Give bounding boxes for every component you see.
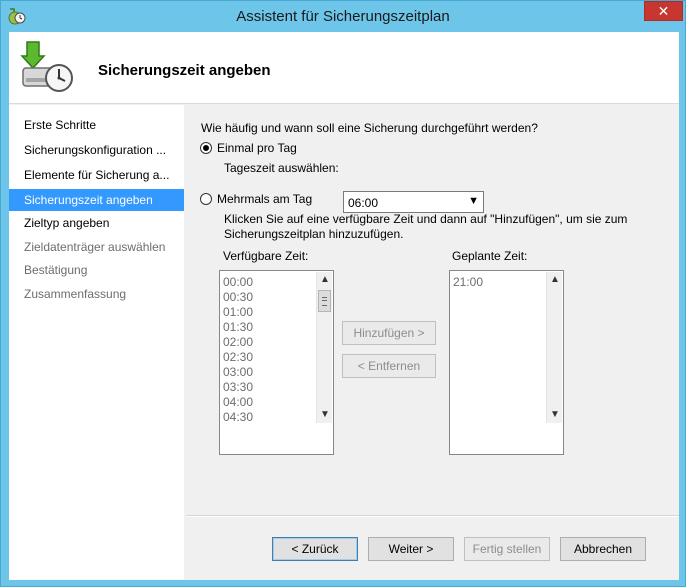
close-icon: ✕ (657, 3, 670, 19)
instructions-line-1: Klicken Sie auf eine verfügbare Zeit und… (224, 212, 628, 226)
window-title: Assistent für Sicherungszeitplan (236, 8, 450, 25)
nav-step-bestaetigung: Bestätigung (24, 263, 88, 277)
nav-step-sicherungszeit[interactable]: Sicherungszeit angeben (9, 189, 184, 211)
scheduled-times-label: Geplante Zeit: (452, 249, 528, 263)
wizard-client: Sicherungszeit angeben Erste Schritte Si… (9, 32, 679, 580)
scroll-down-icon[interactable]: ▼ (547, 407, 563, 423)
scroll-up-icon[interactable]: ▲ (317, 272, 333, 288)
list-item[interactable]: 01:30 (223, 320, 253, 334)
list-item[interactable]: 21:00 (453, 275, 483, 289)
list-item[interactable]: 02:30 (223, 350, 253, 364)
scroll-down-icon[interactable]: ▼ (317, 407, 333, 423)
wizard-header: Sicherungszeit angeben (9, 32, 679, 104)
cancel-button[interactable]: Abbrechen (560, 537, 646, 561)
list-item[interactable]: 03:00 (223, 365, 253, 379)
scroll-up-icon[interactable]: ▲ (547, 272, 563, 288)
page-title: Sicherungszeit angeben (98, 62, 271, 79)
available-times-label: Verfügbare Zeit: (223, 249, 309, 263)
question-label: Wie häufig und wann soll eine Sicherung … (201, 121, 538, 135)
nav-step-elemente[interactable]: Elemente für Sicherung a... (9, 164, 184, 186)
time-of-day-select[interactable]: 06:00 ▼ (343, 191, 484, 213)
list-item[interactable]: 03:30 (223, 380, 253, 394)
wizard-window: Assistent für Sicherungszeitplan ✕ Siche… (0, 0, 686, 587)
nav-step-zieldatentraeger: Zieldatenträger auswählen (24, 240, 166, 254)
option-once-label[interactable]: Einmal pro Tag (217, 141, 297, 155)
add-time-button[interactable]: Hinzufügen > (342, 321, 436, 345)
remove-time-button[interactable]: < Entfernen (342, 354, 436, 378)
radio-once-per-day[interactable] (200, 142, 212, 154)
list-item[interactable]: 01:00 (223, 305, 253, 319)
nav-step-zieltyp[interactable]: Zieltyp angeben (9, 212, 184, 234)
list-item[interactable]: 00:00 (223, 275, 253, 289)
nav-step-zusammenfassung: Zusammenfassung (24, 287, 127, 301)
list-item[interactable]: 04:00 (223, 395, 253, 409)
instructions-line-2: Sicherungszeitplan hinzuzufügen. (224, 227, 404, 241)
scheduled-times-list[interactable]: 21:00 ▲ ▼ (449, 270, 564, 455)
option-multiple-label[interactable]: Mehrmals am Tag (217, 192, 312, 206)
scheduled-list-scrollbar[interactable]: ▲ ▼ (546, 272, 562, 423)
nav-step-erste-schritte[interactable]: Erste Schritte (9, 114, 184, 136)
list-item[interactable]: 02:00 (223, 335, 253, 349)
close-button[interactable]: ✕ (644, 1, 683, 21)
available-list-scrollbar[interactable]: ▲ ▼ (316, 272, 332, 423)
nav-step-sicherungskonfiguration[interactable]: Sicherungskonfiguration ... (9, 139, 184, 161)
time-of-day-value: 06:00 (348, 196, 379, 210)
time-of-day-label: Tageszeit auswählen: (224, 161, 339, 175)
list-item[interactable]: 04:30 (223, 410, 253, 424)
wizard-steps-nav: Erste Schritte Sicherungskonfiguration .… (9, 105, 184, 580)
list-item[interactable]: 00:30 (223, 290, 253, 304)
finish-button[interactable]: Fertig stellen (464, 537, 550, 561)
available-times-list[interactable]: 00:00 00:30 01:00 01:30 02:00 02:30 03:0… (219, 270, 334, 455)
backup-clock-icon (20, 41, 73, 92)
radio-multiple-per-day[interactable] (200, 193, 212, 205)
back-button[interactable]: < Zurück (272, 537, 358, 561)
wizard-content: Wie häufig und wann soll eine Sicherung … (186, 105, 679, 580)
chevron-down-icon: ▼ (468, 195, 479, 207)
next-button[interactable]: Weiter > (368, 537, 454, 561)
footer-separator (186, 515, 679, 517)
title-bar[interactable]: Assistent für Sicherungszeitplan ✕ (1, 1, 685, 32)
scroll-thumb[interactable] (318, 290, 331, 312)
